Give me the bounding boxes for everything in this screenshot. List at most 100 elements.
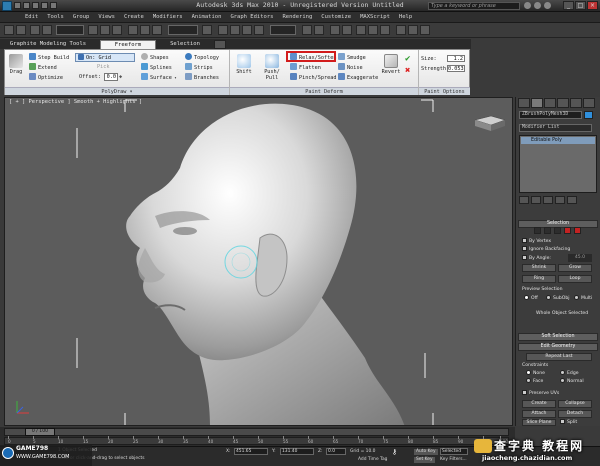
noise-button[interactable]: Noise xyxy=(338,63,363,72)
menu-help[interactable]: Help xyxy=(399,14,412,20)
help-icon[interactable] xyxy=(544,2,551,9)
star-icon[interactable] xyxy=(534,2,541,9)
menu-views[interactable]: Views xyxy=(98,14,115,20)
surface-button[interactable]: Surface ▾ xyxy=(141,73,177,82)
layer-manager-icon[interactable] xyxy=(330,25,340,35)
shapes-button[interactable]: Shapes xyxy=(141,53,169,62)
move-icon[interactable] xyxy=(128,25,138,35)
mirror-icon[interactable] xyxy=(302,25,312,35)
polydraw-caption[interactable]: PolyDraw ▾ xyxy=(5,87,229,95)
shift-button[interactable]: Shift xyxy=(233,54,255,75)
set-key-button[interactable]: Set Key xyxy=(414,457,435,463)
menu-graph-editors[interactable]: Graph Editors xyxy=(230,14,273,20)
menu-group[interactable]: Group xyxy=(73,14,90,20)
slice-plane-button[interactable]: Slice Plane xyxy=(522,419,556,426)
grow-button[interactable]: Grow xyxy=(558,264,592,272)
vertex-mode-icon[interactable] xyxy=(534,227,541,234)
optimize-button[interactable]: Optimize xyxy=(29,73,63,82)
remove-modifier-icon[interactable] xyxy=(555,196,565,204)
hierarchy-tab-icon[interactable] xyxy=(544,98,556,108)
menu-rendering[interactable]: Rendering xyxy=(282,14,312,20)
time-slider-thumb[interactable]: 0 / 100 xyxy=(25,428,55,436)
exaggerate-button[interactable]: Exaggerate xyxy=(338,73,378,82)
menu-customize[interactable]: Customize xyxy=(321,14,351,20)
tab-freeform[interactable]: Freeform xyxy=(100,40,156,49)
step-build-button[interactable]: Step Build xyxy=(29,53,69,62)
motion-tab-icon[interactable] xyxy=(557,98,569,108)
modify-tab-icon[interactable] xyxy=(531,98,543,108)
auto-key-button[interactable]: Auto Key xyxy=(414,449,438,455)
drag-button[interactable]: Drag xyxy=(8,54,24,75)
pinch-spread-button[interactable]: Pinch/Spread xyxy=(290,73,336,82)
configure-sets-icon[interactable] xyxy=(567,196,577,204)
snap-toggle-icon[interactable] xyxy=(218,25,228,35)
material-editor-icon[interactable] xyxy=(380,25,390,35)
edit-geometry-rollout-header[interactable]: Edit Geometry xyxy=(518,343,598,351)
soft-selection-rollout-header[interactable]: Soft Selection xyxy=(518,333,598,341)
graphite-toggle-icon[interactable] xyxy=(342,25,352,35)
percent-snap-icon[interactable] xyxy=(242,25,252,35)
maximize-button[interactable]: □ xyxy=(575,1,586,10)
extend-button[interactable]: Extend xyxy=(29,63,57,72)
revert-button[interactable]: Revert xyxy=(380,54,402,75)
object-color-swatch[interactable] xyxy=(584,111,593,119)
cancel-x-icon[interactable]: ✖ xyxy=(405,67,410,76)
angle-snap-icon[interactable] xyxy=(230,25,240,35)
menu-edit[interactable]: Edit xyxy=(25,14,38,20)
create-tab-icon[interactable] xyxy=(518,98,530,108)
selected-set-dropdown[interactable]: Selected xyxy=(440,448,468,455)
render-setup-icon[interactable] xyxy=(396,25,406,35)
named-selection-dropdown[interactable] xyxy=(270,25,296,35)
region-select-icon[interactable] xyxy=(112,25,122,35)
border-mode-icon[interactable] xyxy=(554,227,561,234)
align-icon[interactable] xyxy=(314,25,324,35)
add-time-tag-button[interactable]: Add Time Tag xyxy=(358,457,387,463)
by-vertex-checkbox[interactable]: By Vertex xyxy=(522,238,551,245)
curve-editor-icon[interactable] xyxy=(356,25,366,35)
unlink-icon[interactable] xyxy=(42,25,52,35)
element-mode-icon[interactable] xyxy=(574,227,581,234)
create-button[interactable]: Create xyxy=(522,400,556,408)
constraint-face-radio[interactable]: Face xyxy=(526,378,543,385)
constraint-none-radio[interactable]: None xyxy=(526,370,545,377)
edge-mode-icon[interactable] xyxy=(544,227,551,234)
smudge-button[interactable]: Smudge xyxy=(338,53,366,62)
tab-graphite-modeling-tools[interactable]: Graphite Modeling Tools xyxy=(6,40,90,49)
collapse-button[interactable]: Collapse xyxy=(558,400,592,408)
pick-button[interactable]: Pick xyxy=(97,63,110,71)
push-pull-button[interactable]: Push/ Pull xyxy=(260,54,284,81)
commit-check-icon[interactable]: ✔ xyxy=(405,55,410,64)
utilities-tab-icon[interactable] xyxy=(583,98,595,108)
minimize-button[interactable]: _ xyxy=(563,1,574,10)
constraint-edge-radio[interactable]: Edge xyxy=(560,370,579,377)
object-name-field[interactable]: ZBrushPolyMesh3D xyxy=(519,111,582,119)
menu-create[interactable]: Create xyxy=(124,14,144,20)
select-by-name-icon[interactable] xyxy=(100,25,110,35)
constraint-normal-radio[interactable]: Normal xyxy=(560,378,584,385)
shrink-button[interactable]: Shrink xyxy=(522,264,556,272)
draw-on-dropdown[interactable]: On: Grid xyxy=(75,53,135,62)
pivot-center-icon[interactable] xyxy=(202,25,212,35)
ignore-backfacing-checkbox[interactable]: Ignore Backfacing xyxy=(522,246,570,253)
preserve-uvs-checkbox[interactable]: Preserve UVs xyxy=(522,390,559,397)
display-tab-icon[interactable] xyxy=(570,98,582,108)
menu-maxscript[interactable]: MAXScript xyxy=(360,14,390,20)
y-coordinate-field[interactable]: 131.40 xyxy=(280,448,314,455)
spinner-snap-icon[interactable] xyxy=(254,25,264,35)
track-bar[interactable]: 0510152025303540455055606570758085909510… xyxy=(4,436,509,445)
menu-modifiers[interactable]: Modifiers xyxy=(153,14,183,20)
key-filters-button[interactable]: Key Filters... xyxy=(440,457,467,463)
offset-field[interactable]: 0.0 xyxy=(104,73,118,81)
search-input[interactable]: Type a keyword or phrase xyxy=(428,2,520,10)
strength-field[interactable]: 0.053 xyxy=(447,65,465,72)
render-teapot-icon[interactable] xyxy=(420,25,430,35)
show-end-result-icon[interactable] xyxy=(531,196,541,204)
preview-multi-radio[interactable]: Multi xyxy=(574,295,592,302)
split-checkbox[interactable]: Split xyxy=(560,419,577,426)
by-angle-checkbox[interactable]: By Angle: xyxy=(522,255,551,262)
x-coordinate-field[interactable]: 451.65 xyxy=(234,448,268,455)
tab-selection[interactable]: Selection xyxy=(162,40,208,49)
menu-animation[interactable]: Animation xyxy=(192,14,222,20)
rendered-frame-icon[interactable] xyxy=(408,25,418,35)
flatten-button[interactable]: Flatten xyxy=(290,63,321,72)
